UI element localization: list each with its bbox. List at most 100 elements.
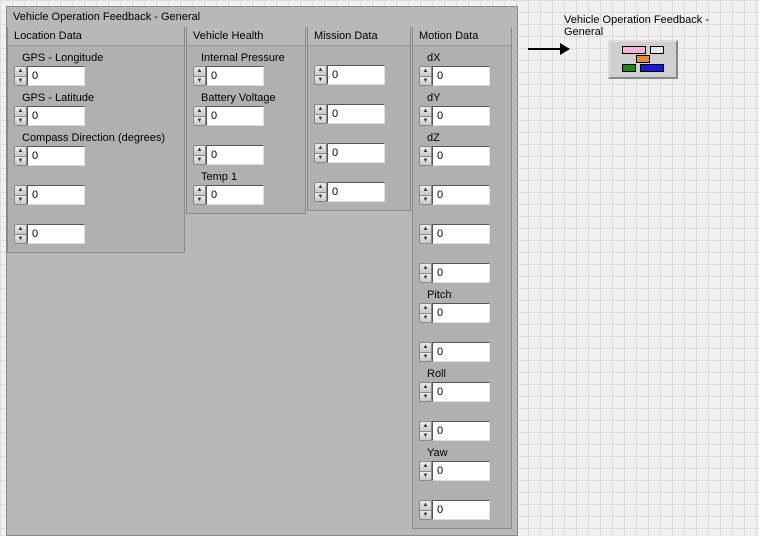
motion-input[interactable]: 0 (432, 461, 490, 481)
spinner-down-icon[interactable]: ▼ (419, 195, 432, 206)
spinner-up-icon[interactable]: ▲ (314, 182, 327, 192)
motion-input[interactable]: 0 (432, 224, 490, 244)
spinner-down-icon[interactable]: ▼ (314, 153, 327, 164)
spinner-down-icon[interactable]: ▼ (419, 76, 432, 87)
spinner-up-icon[interactable]: ▲ (193, 106, 206, 116)
spinner-down-icon[interactable]: ▼ (314, 192, 327, 203)
vehicle-health-input[interactable]: 0 (206, 66, 264, 86)
motion-input[interactable]: 0 (432, 185, 490, 205)
spinner-up-icon[interactable]: ▲ (419, 342, 432, 352)
spinner-up-icon[interactable]: ▲ (419, 382, 432, 392)
spinner-down-icon[interactable]: ▼ (419, 471, 432, 482)
numeric-spinner[interactable]: ▲▼ (314, 65, 327, 85)
motion-input[interactable]: 0 (432, 146, 490, 166)
spinner-up-icon[interactable]: ▲ (14, 185, 27, 195)
motion-input[interactable]: 0 (432, 382, 490, 402)
numeric-spinner[interactable]: ▲▼ (14, 224, 27, 244)
numeric-spinner[interactable]: ▲▼ (14, 146, 27, 166)
spinner-up-icon[interactable]: ▲ (419, 66, 432, 76)
spinner-down-icon[interactable]: ▼ (14, 76, 27, 87)
spinner-down-icon[interactable]: ▼ (314, 75, 327, 86)
motion-input[interactable]: 0 (432, 263, 490, 283)
spinner-up-icon[interactable]: ▲ (14, 106, 27, 116)
spinner-up-icon[interactable]: ▲ (419, 421, 432, 431)
spinner-up-icon[interactable]: ▲ (419, 500, 432, 510)
spinner-down-icon[interactable]: ▼ (14, 156, 27, 167)
spinner-down-icon[interactable]: ▼ (419, 234, 432, 245)
motion-input[interactable]: 0 (432, 421, 490, 441)
vehicle-health-input[interactable]: 0 (206, 185, 264, 205)
numeric-spinner[interactable]: ▲▼ (14, 185, 27, 205)
spinner-down-icon[interactable]: ▼ (14, 195, 27, 206)
spinner-down-icon[interactable]: ▼ (419, 392, 432, 403)
spinner-up-icon[interactable]: ▲ (419, 461, 432, 471)
motion-input[interactable]: 0 (432, 66, 490, 86)
mission-input[interactable]: 0 (327, 65, 385, 85)
spinner-up-icon[interactable]: ▲ (193, 66, 206, 76)
spinner-up-icon[interactable]: ▲ (14, 224, 27, 234)
numeric-spinner[interactable]: ▲▼ (419, 66, 432, 86)
spinner-up-icon[interactable]: ▲ (314, 143, 327, 153)
spinner-down-icon[interactable]: ▼ (314, 114, 327, 125)
numeric-spinner[interactable]: ▲▼ (419, 421, 432, 441)
numeric-spinner[interactable]: ▲▼ (419, 224, 432, 244)
numeric-spinner[interactable]: ▲▼ (14, 106, 27, 126)
numeric-spinner[interactable]: ▲▼ (193, 106, 206, 126)
numeric-spinner[interactable]: ▲▼ (419, 303, 432, 323)
numeric-spinner[interactable]: ▲▼ (193, 66, 206, 86)
spinner-down-icon[interactable]: ▼ (419, 156, 432, 167)
motion-input[interactable]: 0 (432, 106, 490, 126)
terminal-icon[interactable] (608, 40, 678, 79)
numeric-spinner[interactable]: ▲▼ (193, 145, 206, 165)
location-input[interactable]: 0 (27, 66, 85, 86)
numeric-spinner[interactable]: ▲▼ (419, 106, 432, 126)
location-input[interactable]: 0 (27, 106, 85, 126)
location-input[interactable]: 0 (27, 224, 85, 244)
spinner-down-icon[interactable]: ▼ (419, 431, 432, 442)
numeric-spinner[interactable]: ▲▼ (14, 66, 27, 86)
numeric-spinner[interactable]: ▲▼ (314, 182, 327, 202)
vehicle-health-input[interactable]: 0 (206, 145, 264, 165)
mission-input[interactable]: 0 (327, 182, 385, 202)
spinner-up-icon[interactable]: ▲ (419, 146, 432, 156)
numeric-spinner[interactable]: ▲▼ (419, 146, 432, 166)
spinner-down-icon[interactable]: ▼ (14, 234, 27, 245)
location-input[interactable]: 0 (27, 185, 85, 205)
spinner-up-icon[interactable]: ▲ (314, 104, 327, 114)
spinner-up-icon[interactable]: ▲ (419, 224, 432, 234)
spinner-down-icon[interactable]: ▼ (193, 76, 206, 87)
vehicle-health-input[interactable]: 0 (206, 106, 264, 126)
spinner-up-icon[interactable]: ▲ (419, 303, 432, 313)
spinner-down-icon[interactable]: ▼ (419, 352, 432, 363)
numeric-spinner[interactable]: ▲▼ (419, 461, 432, 481)
spinner-down-icon[interactable]: ▼ (419, 313, 432, 324)
spinner-down-icon[interactable]: ▼ (193, 116, 206, 127)
location-input[interactable]: 0 (27, 146, 85, 166)
motion-input[interactable]: 0 (432, 303, 490, 323)
motion-input[interactable]: 0 (432, 500, 490, 520)
spinner-down-icon[interactable]: ▼ (419, 273, 432, 284)
spinner-down-icon[interactable]: ▼ (193, 195, 206, 206)
numeric-spinner[interactable]: ▲▼ (419, 342, 432, 362)
numeric-spinner[interactable]: ▲▼ (193, 185, 206, 205)
spinner-down-icon[interactable]: ▼ (14, 116, 27, 127)
numeric-spinner[interactable]: ▲▼ (314, 104, 327, 124)
spinner-up-icon[interactable]: ▲ (14, 66, 27, 76)
spinner-down-icon[interactable]: ▼ (419, 510, 432, 521)
mission-input[interactable]: 0 (327, 143, 385, 163)
motion-input[interactable]: 0 (432, 342, 490, 362)
numeric-spinner[interactable]: ▲▼ (314, 143, 327, 163)
spinner-up-icon[interactable]: ▲ (419, 106, 432, 116)
spinner-up-icon[interactable]: ▲ (419, 185, 432, 195)
spinner-up-icon[interactable]: ▲ (193, 145, 206, 155)
mission-input[interactable]: 0 (327, 104, 385, 124)
spinner-up-icon[interactable]: ▲ (193, 185, 206, 195)
numeric-spinner[interactable]: ▲▼ (419, 500, 432, 520)
spinner-down-icon[interactable]: ▼ (419, 116, 432, 127)
spinner-up-icon[interactable]: ▲ (14, 146, 27, 156)
spinner-up-icon[interactable]: ▲ (314, 65, 327, 75)
spinner-up-icon[interactable]: ▲ (419, 263, 432, 273)
numeric-spinner[interactable]: ▲▼ (419, 263, 432, 283)
spinner-down-icon[interactable]: ▼ (193, 155, 206, 166)
numeric-spinner[interactable]: ▲▼ (419, 382, 432, 402)
